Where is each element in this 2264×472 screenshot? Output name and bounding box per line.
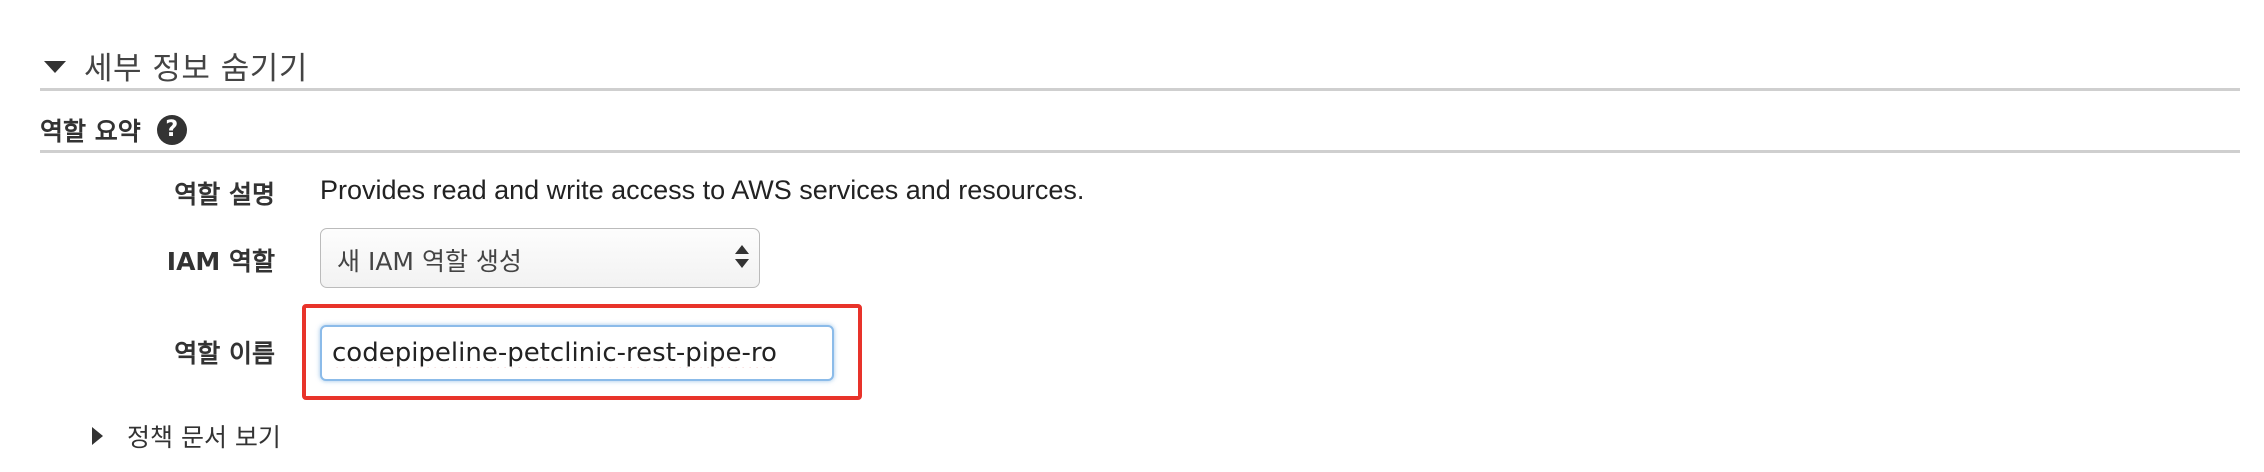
- role-summary-title: 역할 요약: [40, 117, 141, 146]
- hide-details-toggle[interactable]: 세부 정보 숨기기: [44, 40, 308, 90]
- iam-role-label: IAM 역할: [166, 247, 275, 276]
- role-name-input[interactable]: [320, 325, 834, 381]
- select-arrows-icon: [735, 245, 749, 271]
- view-policy-toggle[interactable]: 정책 문서 보기: [92, 416, 281, 456]
- hide-details-label: 세부 정보 숨기기: [84, 50, 308, 87]
- caret-down-icon: [44, 61, 66, 73]
- iam-role-selected-value: 새 IAM 역할 생성: [337, 247, 522, 276]
- summary-divider: [40, 150, 2240, 153]
- help-icon[interactable]: ?: [156, 115, 187, 145]
- role-name-label: 역할 이름: [174, 339, 275, 368]
- section-divider: [40, 88, 2240, 91]
- caret-right-icon: [92, 427, 103, 445]
- role-description-label: 역할 설명: [174, 180, 275, 209]
- role-description-value: Provides read and write access to AWS se…: [320, 175, 1085, 205]
- view-policy-label: 정책 문서 보기: [127, 423, 281, 452]
- iam-role-select[interactable]: 새 IAM 역할 생성: [320, 228, 760, 288]
- role-summary-header: 역할 요약 ?: [40, 110, 187, 150]
